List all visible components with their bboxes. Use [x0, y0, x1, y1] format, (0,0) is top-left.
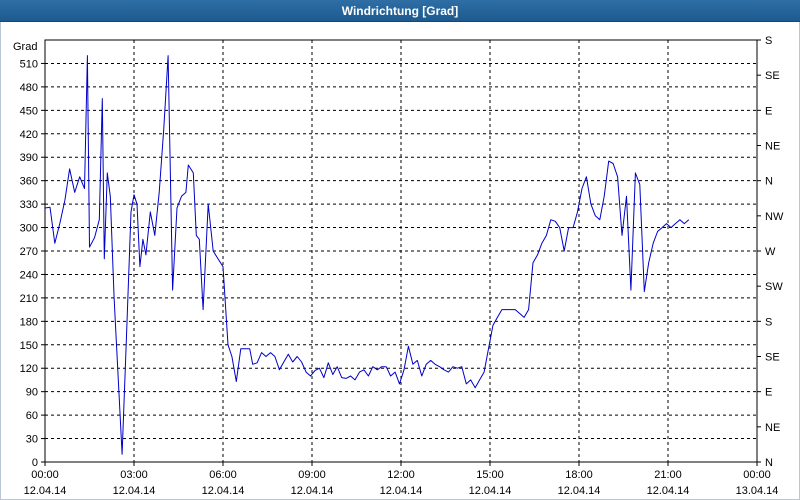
left-tick-label: 450 — [20, 105, 38, 117]
grid-lines — [45, 40, 757, 462]
x-axis-ticks: 00:00 12.04.14 03:00 12.04.14 06:00 12.04.14 0… — [24, 462, 779, 497]
left-tick-label: 300 — [20, 223, 38, 235]
left-tick-label: 510 — [20, 58, 38, 70]
right-tick-label: N — [765, 457, 773, 469]
x-tick-time-label: 06:00 — [209, 469, 237, 481]
x-tick-date-label: 12.04.14 — [558, 485, 601, 497]
left-tick-label: 0 — [32, 457, 38, 469]
x-tick-time-label: 12:00 — [387, 469, 415, 481]
right-tick-label: SW — [765, 281, 783, 293]
left-tick-label: 30 — [26, 434, 38, 446]
x-tick-date-label: 13.04.14 — [736, 485, 779, 497]
right-tick-label: SE — [765, 70, 780, 82]
left-tick-label: 390 — [20, 152, 38, 164]
left-tick-label: 240 — [20, 269, 38, 281]
left-tick-label: 60 — [26, 410, 38, 422]
left-tick-label: 420 — [20, 129, 38, 141]
left-tick-label: 120 — [20, 363, 38, 375]
left-axis-ticks: 0 30 60 90 120 150 180 210 240 270 300 330 360 390 420… — [20, 58, 45, 469]
x-tick-date-label: 12.04.14 — [291, 485, 334, 497]
x-tick-date-label: 12.04.14 — [647, 485, 690, 497]
right-tick-label: NW — [765, 211, 784, 223]
right-tick-label: SE — [765, 352, 780, 364]
right-tick-label: S — [765, 35, 772, 47]
left-tick-label: 180 — [20, 316, 38, 328]
series-layer — [44, 55, 690, 455]
right-tick-label: E — [765, 387, 772, 399]
right-axis-ticks: N NE E SE S SW W NW N NE E SE S — [757, 35, 784, 469]
x-tick-time-label: 09:00 — [298, 469, 326, 481]
window-title-bar: Windrichtung [Grad] — [0, 0, 800, 22]
x-tick-date-label: 12.04.14 — [380, 485, 423, 497]
left-tick-label: 480 — [20, 82, 38, 94]
left-tick-label: 210 — [20, 293, 38, 305]
left-tick-label: 330 — [20, 199, 38, 211]
left-tick-label: 270 — [20, 246, 38, 258]
x-tick-date-label: 12.04.14 — [24, 485, 67, 497]
wind-direction-chart: Grad 0 30 60 90 120 150 180 210 240 270 300 330 360 3… — [13, 35, 784, 497]
right-tick-label: NE — [765, 422, 780, 434]
x-tick-time-label: 18:00 — [565, 469, 593, 481]
chart-panel: Grad 0 30 60 90 120 150 180 210 240 270 300 330 360 3… — [0, 22, 800, 500]
right-tick-label: NE — [765, 141, 780, 153]
left-tick-label: 150 — [20, 340, 38, 352]
left-tick-label: 360 — [20, 176, 38, 188]
window-title: Windrichtung [Grad] — [341, 3, 459, 18]
wind-direction-line — [44, 55, 690, 455]
x-tick-time-label: 00:00 — [31, 469, 59, 481]
right-tick-label: E — [765, 105, 772, 117]
left-tick-label: 90 — [26, 387, 38, 399]
x-tick-date-label: 12.04.14 — [113, 485, 156, 497]
x-tick-date-label: 12.04.14 — [202, 485, 245, 497]
x-tick-time-label: 00:00 — [743, 469, 771, 481]
x-tick-time-label: 15:00 — [476, 469, 504, 481]
right-tick-label: N — [765, 176, 773, 188]
y-axis-label: Grad — [13, 41, 37, 53]
x-tick-time-label: 21:00 — [654, 469, 682, 481]
x-tick-date-label: 12.04.14 — [469, 485, 512, 497]
right-tick-label: W — [765, 246, 776, 258]
x-tick-time-label: 03:00 — [120, 469, 148, 481]
right-tick-label: S — [765, 316, 772, 328]
